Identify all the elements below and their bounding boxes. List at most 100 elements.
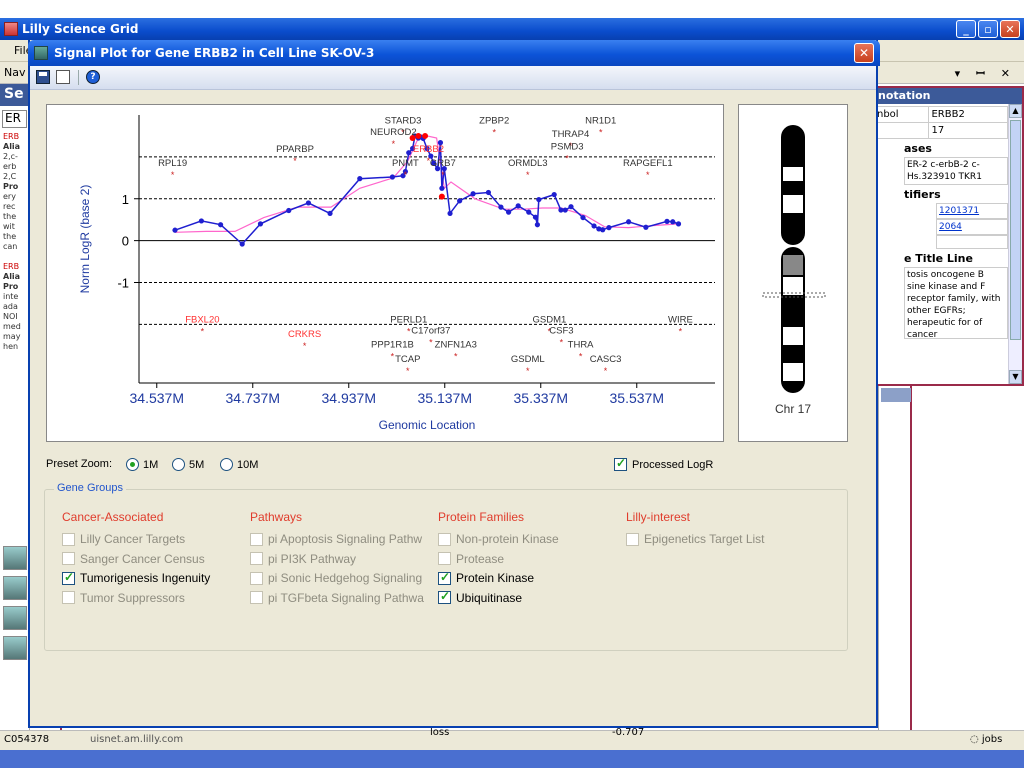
gene-group-option[interactable]: pi Apoptosis Signaling Pathw [250,532,422,546]
checkbox-checked[interactable] [438,589,451,604]
chromosome-band [783,167,803,181]
checkbox-checked[interactable] [62,570,75,585]
scroll-down-icon[interactable]: ▼ [1009,370,1022,384]
gene-marker: * [526,170,530,180]
radio-unselected[interactable] [172,458,185,471]
dna-icon[interactable] [3,636,27,660]
gene-marker: * [599,127,603,137]
search-result-line: can [3,242,18,251]
chromosome-band [783,255,803,275]
gene-group-option[interactable]: pi Sonic Hedgehog Signaling [250,571,422,585]
search-result-line: hen [3,342,19,351]
checkbox-unchecked[interactable] [250,532,263,546]
checkbox-unchecked[interactable] [250,552,263,565]
gene-label: CASC3 [590,354,622,365]
gene-group-option[interactable]: Lilly Cancer Targets [62,532,185,546]
checkbox-unchecked[interactable] [62,532,75,546]
data-point [447,210,453,217]
data-point [457,198,463,204]
checkbox-unchecked[interactable] [62,591,75,604]
gene-label: RPL19 [158,158,187,169]
gene-group-option-label: Non-protein Kinase [456,532,559,546]
tool-icon-2[interactable] [3,576,27,600]
annotation-scrollbar[interactable]: ▲ ▼ [1008,104,1022,384]
dialog-titlebar[interactable]: Signal Plot for Gene ERBB2 in Cell Line … [28,40,880,66]
preset-zoom-label: Preset Zoom: [46,458,113,470]
gene-label: FBXL20 [185,314,219,325]
processed-logr-toggle[interactable]: Processed LogR [614,456,713,471]
y-tick-label: -1 [117,276,129,291]
gene-label: NEUROD2 [370,127,416,138]
search-result-line: may [3,332,21,341]
gene-label: TCAP [395,354,420,365]
zoom-option-5m[interactable]: 5M [172,458,204,471]
gene-label: CRKRS [288,329,321,340]
search-result-line: the [3,232,17,241]
table-cell: nbol [873,106,930,123]
maximize-button[interactable]: ▫ [978,20,998,38]
help-icon[interactable]: ? [86,70,100,84]
gene-label: RAPGEFL1 [623,158,673,169]
zoom-option-1m[interactable]: 1M [126,458,158,471]
chromosome-band [783,327,803,345]
gene-group-option[interactable]: Ubiquitinase [438,589,523,605]
gene-group-option[interactable]: Tumorigenesis Ingenuity [62,570,211,585]
chromosome-svg: Chr 17 [762,125,826,416]
checkbox-checked[interactable] [438,570,451,585]
gene-group-option[interactable]: Tumor Suppressors [62,591,185,605]
checkbox-unchecked[interactable] [626,532,639,546]
data-point [532,214,539,220]
gene-group-option[interactable]: Epigenetics Target List [626,532,765,546]
checkbox-unchecked[interactable] [62,552,75,565]
jobs-indicator[interactable]: ◌ jobs [970,734,1002,745]
scroll-thumb[interactable] [1010,120,1021,340]
search-result-line: ERB [3,262,20,271]
zoom-option-10m[interactable]: 10M [220,458,258,471]
gene-group-option-label: Tumorigenesis Ingenuity [80,571,211,585]
radio-selected[interactable] [126,458,139,471]
checkbox-checked[interactable] [614,456,627,471]
gene-label: THRA [568,339,595,350]
scroll-up-icon[interactable]: ▲ [1009,104,1022,118]
gene-group-option[interactable]: pi TGFbeta Signaling Pathwa [250,591,424,605]
search-input[interactable]: ER [2,110,27,128]
signal-plot[interactable]: 1 0 -1 34.537M 34.737M 34.937M 35.137M 35.337M 3… [46,104,724,442]
search-result-line: med [3,322,21,331]
gene-marker: * [303,341,307,351]
gene-marker: * [560,338,564,348]
tool-icon-1[interactable] [3,546,27,570]
gene-group-option[interactable]: Protease [438,552,504,566]
group-heading: Protein Families [438,510,525,524]
dialog-close-button[interactable]: ✕ [854,43,874,63]
gene-group-option-label: pi Apoptosis Signaling Pathw [268,532,423,546]
gene-group-option-label: pi Sonic Hedgehog Signaling [268,571,423,585]
aliases-text: ER-2 c-erbB-2 c-Hs.323910 TKR1 [904,157,1008,185]
search-result-line: 2,c- [3,152,18,161]
gene-group-option[interactable]: Sanger Cancer Census [62,552,205,566]
status-bar: C054378 uisnet.am.lilly.com loss -0.707 … [0,727,1024,750]
gene-label: GRB7 [430,158,456,169]
tool-icon-3[interactable] [3,606,27,630]
checkbox-unchecked[interactable] [250,571,263,585]
minimize-button[interactable]: _ [956,20,976,38]
checkbox-unchecked[interactable] [250,591,263,604]
close-window-button[interactable]: ✕ [1000,20,1020,38]
print-icon[interactable] [56,70,70,84]
gene-group-option-label: Ubiquitinase [456,590,523,605]
save-icon[interactable] [36,70,50,84]
gene-marker: * [406,366,410,376]
checkbox-unchecked[interactable] [438,552,451,565]
gene-marker: * [441,170,445,180]
identifier-link[interactable]: 1201371 [939,206,979,216]
gene-group-option[interactable]: pi PI3K Pathway [250,552,356,566]
radio-unselected[interactable] [220,458,233,471]
panel-pin-controls[interactable]: ▾ ꟷ ✕ [955,66,1016,81]
gene-group-option[interactable]: Protein Kinase [438,570,534,585]
x-tick-label: 34.537M [130,390,184,406]
zoom-option-label: 5M [189,458,205,471]
checkbox-unchecked[interactable] [438,532,451,546]
gene-group-option[interactable]: Non-protein Kinase [438,532,559,546]
data-point [562,207,568,213]
identifier-link[interactable]: 2064 [939,222,962,232]
data-point [536,196,542,203]
